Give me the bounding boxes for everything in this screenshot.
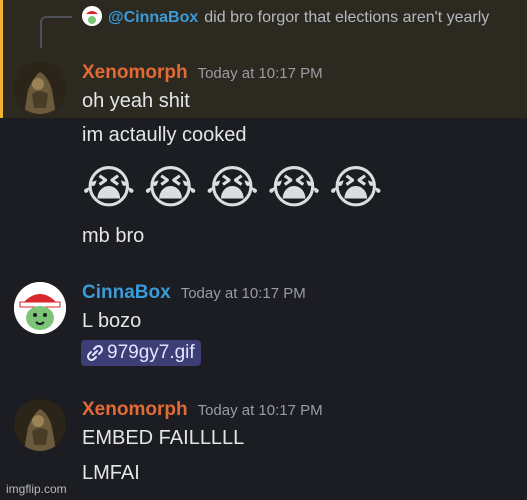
watermark: imgflip.com — [6, 482, 67, 496]
avatar-xenomorph[interactable] — [14, 399, 66, 451]
emoji-row: 😭 😭 😭 😭 😭 — [82, 160, 383, 214]
message-header: Xenomorph Today at 10:17 PM — [82, 62, 323, 84]
reply-spine — [40, 16, 72, 48]
reply-avatar — [82, 6, 102, 26]
message-text: oh yeah shit — [82, 90, 190, 112]
timestamp[interactable]: Today at 10:17 PM — [198, 402, 323, 419]
author-name[interactable]: Xenomorph — [82, 62, 188, 83]
timestamp[interactable]: Today at 10:17 PM — [181, 285, 306, 302]
avatar-cinnabox[interactable] — [14, 282, 66, 334]
message-header: Xenomorph Today at 10:17 PM — [82, 399, 323, 421]
attachment-link[interactable]: 979gy7.gif — [81, 340, 201, 366]
reply-author[interactable]: @CinnaBox — [108, 9, 198, 26]
loudly-crying-emoji: 😭 — [143, 161, 198, 213]
loudly-crying-emoji: 😭 — [267, 161, 321, 213]
reply-preview[interactable]: @CinnaBox did bro forgor that elections a… — [82, 6, 512, 30]
loudly-crying-emoji: 😭 — [82, 161, 136, 213]
message-text: LMFAI — [82, 462, 140, 484]
message-text: mb bro — [82, 225, 145, 247]
message-header: CinnaBox Today at 10:17 PM — [82, 282, 306, 304]
author-name[interactable]: Xenomorph — [82, 399, 188, 420]
message-text: L bozo — [82, 310, 142, 332]
reply-text: did bro forgor that elections aren't yea… — [204, 9, 490, 26]
attachment-filename[interactable]: 979gy7.gif — [107, 342, 195, 364]
link-icon — [86, 344, 104, 362]
timestamp[interactable]: Today at 10:17 PM — [198, 65, 323, 82]
loudly-crying-emoji: 😭 — [329, 161, 383, 213]
author-name[interactable]: CinnaBox — [82, 282, 171, 303]
message-text: im actaully cooked — [82, 124, 247, 146]
message-text: EMBED FAILLLLL — [82, 427, 245, 449]
loudly-crying-emoji: 😭 — [205, 161, 260, 213]
avatar-xenomorph[interactable] — [14, 62, 66, 114]
